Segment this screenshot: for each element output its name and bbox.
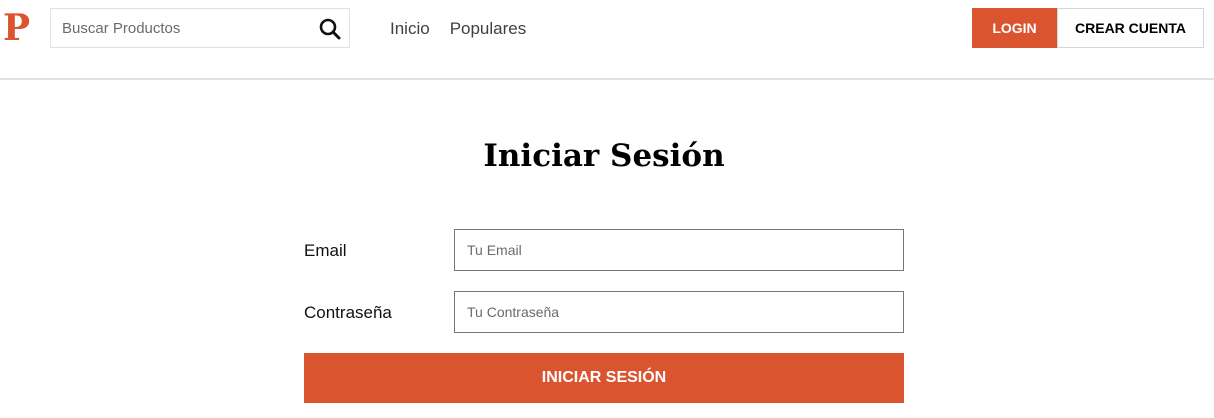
search-input[interactable] <box>51 9 311 47</box>
email-field[interactable] <box>454 229 904 271</box>
main-nav: Inicio Populares <box>390 18 526 40</box>
password-field[interactable] <box>454 291 904 333</box>
search-bar <box>50 8 350 48</box>
page-title: Iniciar Sesión <box>483 138 725 174</box>
password-label: Contraseña <box>304 303 392 322</box>
logo[interactable]: P <box>3 8 33 48</box>
login-button[interactable]: LOGIN <box>972 8 1057 48</box>
create-account-button[interactable]: CREAR CUENTA <box>1057 8 1204 48</box>
site-header: P Inicio Populares LOGIN CREAR CUENTA <box>0 0 1214 80</box>
nav-link-populares[interactable]: Populares <box>450 18 527 40</box>
email-label: Email <box>304 241 347 260</box>
search-icon[interactable] <box>317 16 343 42</box>
nav-link-inicio[interactable]: Inicio <box>390 18 430 40</box>
submit-login-button[interactable]: INICIAR SESIÓN <box>304 353 904 403</box>
